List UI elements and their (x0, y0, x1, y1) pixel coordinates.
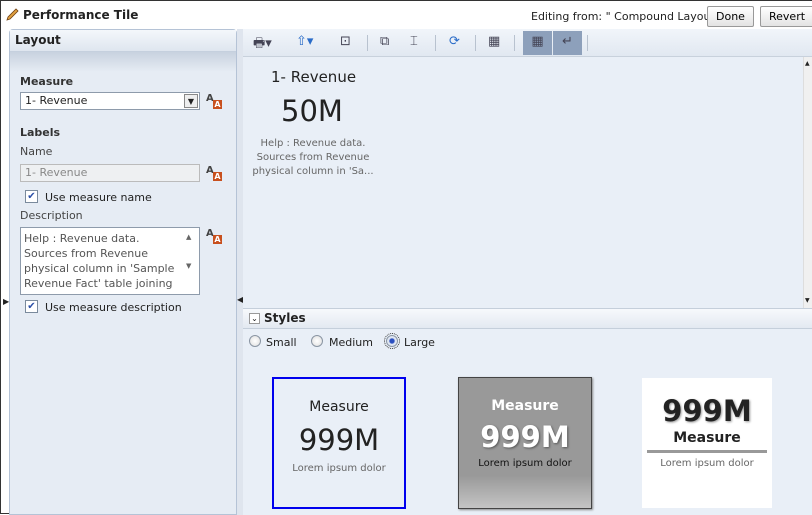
use-measure-name-label: Use measure name (45, 191, 152, 204)
dialog-title: Performance Tile (23, 8, 139, 22)
xyz-icon[interactable]: ▦ (488, 34, 500, 52)
layout-panel-header: Layout (10, 30, 236, 52)
export-icon[interactable]: ⇧▾ (296, 34, 313, 52)
tile-value: 999M (662, 394, 752, 428)
separator (435, 35, 436, 51)
tile-description: Lorem ipsum dolor (478, 458, 572, 469)
style-large-radio[interactable] (384, 333, 400, 349)
format-name-icon[interactable]: AA (206, 165, 222, 181)
revert-button[interactable]: Revert (760, 6, 812, 27)
scroll-up-icon[interactable]: ▲ (186, 233, 191, 241)
measure-select-value: 1- Revenue (25, 94, 88, 107)
collapse-left-icon[interactable]: ▶ (3, 297, 9, 306)
format-description-icon[interactable]: AA (206, 228, 222, 244)
measure-select[interactable]: 1- Revenue ▼ (20, 92, 200, 110)
styles-title: Styles (264, 311, 306, 325)
tile-description: Lorem ipsum dolor (292, 463, 386, 474)
separator (367, 35, 368, 51)
separator (587, 35, 588, 51)
done-button[interactable]: Done (707, 6, 754, 27)
preview-icon[interactable]: ⊡ (340, 34, 351, 52)
style-medium-radio[interactable] (311, 335, 323, 347)
measure-label: Measure (20, 75, 74, 88)
labels-heading: Labels (20, 126, 61, 139)
preview-tile-value: 50M (281, 94, 343, 128)
refresh-icon[interactable]: ⟳ (449, 34, 460, 52)
preview-tile-name: 1- Revenue (271, 68, 357, 86)
style-tile-2[interactable]: Measure 999M Lorem ipsum dolor (458, 377, 592, 509)
name-label: Name (20, 145, 53, 158)
style-medium-label: Medium (329, 336, 373, 349)
tile-preview: 1- Revenue 50M Help : Revenue data. Sour… (243, 57, 803, 308)
layout-toggle-icon[interactable]: ↵ (553, 31, 582, 55)
style-tile-3[interactable]: 999M Measure Lorem ipsum dolor (642, 378, 772, 508)
use-measure-description-checkbox[interactable]: ✔ (25, 300, 38, 313)
text-field-icon[interactable]: ⌶ (410, 34, 418, 52)
pencil-icon (6, 8, 19, 21)
table-view-icon[interactable]: ▦ (523, 31, 552, 55)
styles-header[interactable]: ⌄ Styles (243, 308, 812, 329)
use-measure-name-checkbox[interactable]: ✔ (25, 190, 38, 203)
separator (514, 35, 515, 51)
style-tile-1[interactable]: Measure 999M Lorem ipsum dolor (272, 377, 406, 509)
format-text-icon[interactable]: AA (206, 93, 222, 109)
preview-tile-description: Help : Revenue data. Sources from Revenu… (252, 138, 374, 177)
description-label: Description (20, 209, 83, 222)
tile-name: Measure (673, 430, 741, 446)
tile-value: 999M (480, 420, 570, 454)
layout-panel: Layout Measure 1- Revenue ▼ AA Labels Na… (9, 29, 237, 515)
swap-icon[interactable]: ⧉ (380, 34, 389, 52)
tile-name: Measure (309, 399, 369, 415)
chevron-down-icon[interactable]: ▼ (184, 94, 198, 108)
use-measure-description-label: Use measure description (45, 301, 182, 314)
separator (475, 35, 476, 51)
editing-from-label: Editing from: " Compound Layout" (531, 10, 720, 23)
tile-value: 999M (298, 423, 380, 457)
collapse-icon[interactable]: ⌄ (249, 313, 260, 324)
name-input[interactable]: 1- Revenue (20, 164, 200, 182)
header-gradient (10, 52, 236, 72)
style-small-label: Small (266, 336, 297, 349)
preview-scrollbar[interactable]: ▲ ▼ (803, 57, 812, 308)
print-icon[interactable]: 🖶▾ (253, 34, 272, 52)
toolbar: 🖶▾ ⇧▾ ⊡ ⧉ ⌶ ⟳ ▦ ▦ ↵ (243, 29, 812, 57)
tile-name: Measure (491, 398, 559, 414)
style-large-label: Large (404, 336, 435, 349)
title-bar: Performance Tile Editing from: " Compoun… (1, 1, 812, 29)
description-textarea[interactable]: Help : Revenue data. Sources from Revenu… (20, 227, 200, 295)
style-small-radio[interactable] (249, 335, 261, 347)
tile-divider (647, 450, 767, 453)
scroll-down-icon[interactable]: ▼ (186, 262, 191, 270)
tile-description: Lorem ipsum dolor (660, 458, 754, 469)
preview-panel: 🖶▾ ⇧▾ ⊡ ⧉ ⌶ ⟳ ▦ ▦ ↵ 1- Revenue 50M Help … (243, 29, 812, 515)
